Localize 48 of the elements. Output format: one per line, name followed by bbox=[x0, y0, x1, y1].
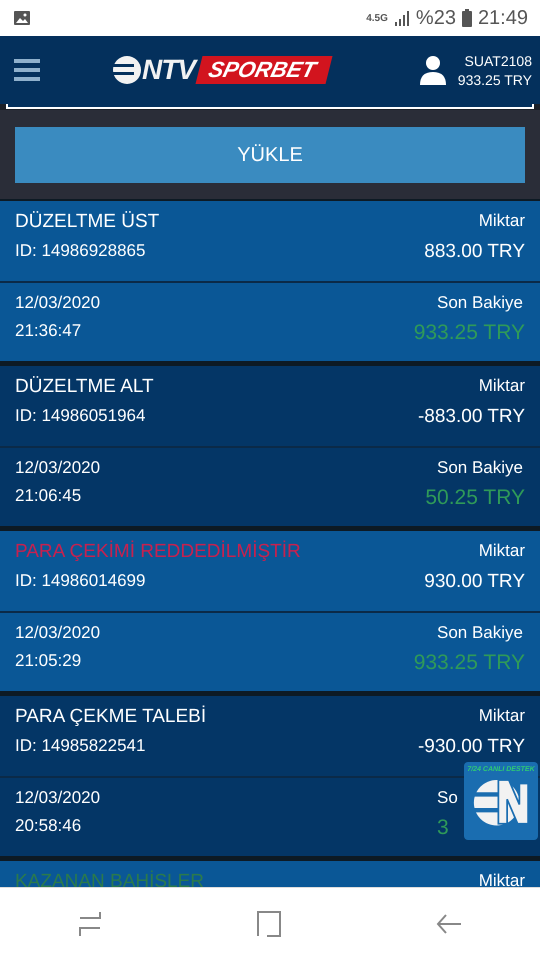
balance-after: 3 bbox=[437, 816, 450, 840]
transaction-time: 21:06:45 bbox=[15, 486, 82, 507]
globe-logo-icon bbox=[112, 55, 142, 85]
amount-label: Miktar bbox=[478, 376, 525, 397]
transaction-amount: -883.00 TRY bbox=[418, 406, 525, 428]
recent-apps-icon[interactable] bbox=[78, 911, 102, 937]
transaction-id: ID: 14985822541 bbox=[15, 736, 146, 757]
balance-label: Son Bakiye bbox=[437, 458, 524, 478]
transaction-title: PARA ÇEKME TALEBİ bbox=[15, 706, 208, 728]
balance-after: 50.25 TRY bbox=[425, 486, 525, 510]
transaction-time: 21:36:47 bbox=[15, 321, 82, 342]
transaction-amount: -930.00 TRY bbox=[418, 736, 525, 758]
balance-after: 933.25 TRY bbox=[414, 651, 525, 675]
transaction-title: KAZANAN BAHİSLER bbox=[15, 871, 205, 887]
account-balance: 933.25 TRY bbox=[458, 72, 532, 88]
network-type: 4.5G bbox=[366, 12, 388, 24]
load-button[interactable]: YÜKLE bbox=[15, 127, 525, 183]
clock: 21:49 bbox=[478, 6, 528, 30]
transaction-id: ID: 14986051964 bbox=[15, 406, 146, 427]
transaction-title: DÜZELTME ALT bbox=[15, 376, 155, 398]
gallery-icon bbox=[14, 11, 30, 25]
transaction-date: 12/03/2020 bbox=[15, 788, 102, 808]
balance-after: 933.25 TRY bbox=[414, 321, 525, 345]
menu-icon[interactable] bbox=[14, 57, 40, 83]
transaction-id: ID: 14986014699 bbox=[15, 571, 146, 592]
transaction-time: 20:58:46 bbox=[15, 816, 82, 837]
battery-level: %23 bbox=[416, 6, 456, 30]
amount-label: Miktar bbox=[478, 871, 525, 887]
transaction-id: ID: 14986928865 bbox=[15, 241, 146, 262]
transaction-amount: 883.00 TRY bbox=[424, 241, 525, 263]
transaction-title: DÜZELTME ÜST bbox=[15, 211, 160, 233]
signal-icon bbox=[394, 10, 410, 26]
amount-label: Miktar bbox=[478, 541, 525, 562]
home-icon[interactable] bbox=[256, 911, 281, 937]
amount-label: Miktar bbox=[478, 211, 525, 232]
transaction-date: 12/03/2020 bbox=[15, 293, 102, 313]
balance-label: Son Bakiye bbox=[437, 623, 524, 643]
battery-icon bbox=[462, 9, 472, 27]
transaction-date: 12/03/2020 bbox=[15, 458, 102, 478]
amount-label: Miktar bbox=[478, 706, 525, 727]
transaction-title: PARA ÇEKİMİ REDDEDİLMİŞTİR bbox=[15, 541, 302, 563]
balance-label: Son Bakiye bbox=[437, 293, 524, 313]
transaction-time: 21:05:29 bbox=[15, 651, 82, 672]
username: SUAT2108 bbox=[464, 52, 532, 68]
transaction-amount: 930.00 TRY bbox=[424, 571, 525, 593]
user-icon[interactable] bbox=[420, 55, 446, 85]
transaction-date: 12/03/2020 bbox=[15, 623, 102, 643]
balance-label: So bbox=[437, 788, 459, 808]
